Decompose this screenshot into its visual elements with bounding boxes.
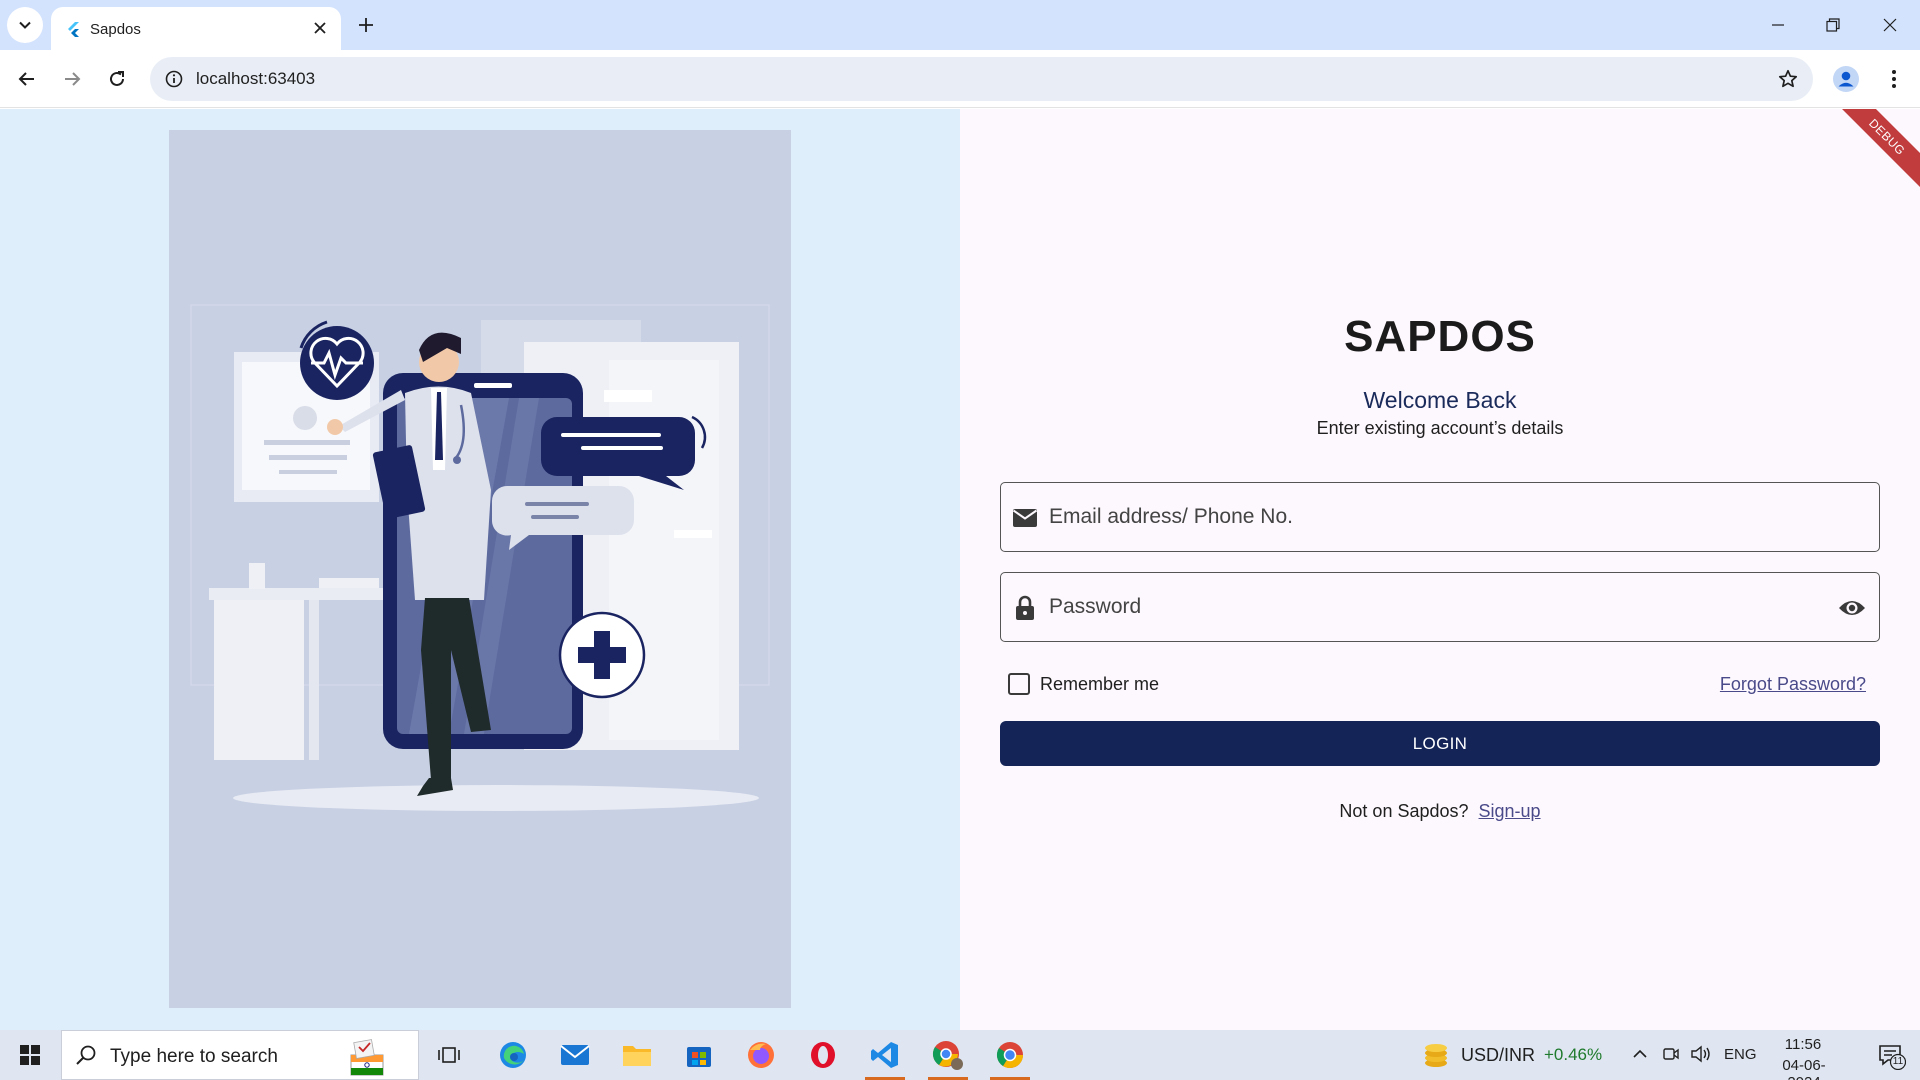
app-title: SAPDOS	[1344, 312, 1536, 361]
tab-title: Sapdos	[90, 21, 141, 38]
remember-row: Remember me Forgot Password?	[1008, 669, 1880, 699]
telemedicine-doctor-illustration	[190, 304, 770, 811]
address-bar[interactable]: localhost:63403	[150, 57, 1813, 101]
doctor-illustration	[169, 130, 791, 1008]
edge-icon	[500, 1042, 526, 1068]
avatar-icon	[1833, 66, 1859, 92]
remember-me-checkbox[interactable]	[1008, 673, 1030, 695]
profile-button[interactable]	[1830, 63, 1862, 95]
tab-search-button[interactable]	[7, 7, 43, 43]
browser-toolbar: localhost:63403	[0, 50, 1920, 108]
minimize-icon	[1772, 24, 1784, 26]
bookmark-button[interactable]	[1775, 66, 1801, 92]
clock-date[interactable]: 04-06-2024	[1766, 1057, 1842, 1080]
start-button[interactable]	[0, 1030, 60, 1080]
opera-button[interactable]	[795, 1030, 851, 1080]
welcome-subtitle: Enter existing account’s details	[1316, 418, 1564, 438]
volume-icon[interactable]	[1690, 1045, 1712, 1063]
close-icon	[1883, 18, 1897, 32]
lock-icon	[1011, 595, 1039, 621]
eye-icon	[1839, 601, 1865, 615]
ticker-symbol[interactable]: USD/INR	[1461, 1045, 1535, 1066]
file-explorer-button[interactable]	[609, 1030, 665, 1080]
restore-icon	[1826, 18, 1840, 32]
login-pane: DEBUG SAPDOS Welcome Back Enter existing…	[960, 109, 1920, 1030]
signup-link[interactable]: Sign-up	[1479, 801, 1541, 821]
mail-icon	[560, 1045, 590, 1065]
chrome-icon	[996, 1042, 1024, 1069]
tab-close-button[interactable]	[309, 17, 331, 39]
forgot-password-link[interactable]: Forgot Password?	[1720, 674, 1866, 695]
welcome-heading: Welcome Back	[1363, 387, 1517, 413]
illustration-pane	[0, 109, 960, 1030]
notification-count: 11	[1892, 1056, 1904, 1067]
edge-button[interactable]	[485, 1030, 541, 1080]
meet-now-icon[interactable]	[1662, 1045, 1680, 1063]
clock-time[interactable]: 11:56	[1773, 1036, 1833, 1053]
election-ballot-icon	[350, 1039, 384, 1076]
login-button[interactable]: LOGIN	[1000, 721, 1880, 766]
email-input[interactable]	[1049, 483, 1809, 551]
store-icon	[687, 1047, 711, 1067]
mail-icon	[1011, 505, 1039, 531]
close-window-button[interactable]	[1870, 10, 1910, 40]
vscode-icon	[871, 1042, 898, 1068]
restore-button[interactable]	[1813, 10, 1853, 40]
task-view-icon	[438, 1047, 460, 1063]
windows-logo-icon	[20, 1045, 40, 1065]
taskbar-search[interactable]: Type here to search	[61, 1030, 419, 1080]
file-explorer-icon	[623, 1046, 651, 1066]
browser-tab-active[interactable]: Sapdos	[51, 7, 341, 50]
search-placeholder: Type here to search	[110, 1046, 278, 1067]
signup-prompt: Not on Sapdos?	[1339, 801, 1469, 821]
info-icon	[165, 70, 183, 88]
plus-icon	[359, 18, 373, 32]
task-view-button[interactable]	[421, 1030, 477, 1080]
site-info-button[interactable]	[162, 67, 186, 91]
flutter-favicon-icon	[68, 22, 79, 37]
chevron-down-icon	[19, 21, 31, 29]
close-icon	[314, 22, 326, 34]
arrow-left-icon	[18, 72, 34, 86]
ticker-change[interactable]: +0.46%	[1544, 1045, 1602, 1065]
chrome-profile-icon	[932, 1041, 963, 1070]
forward-button[interactable]	[56, 63, 88, 95]
vscode-button[interactable]	[857, 1030, 913, 1080]
email-field[interactable]	[1000, 482, 1880, 552]
opera-icon	[811, 1042, 835, 1068]
search-icon	[76, 1045, 96, 1065]
mail-button[interactable]	[547, 1030, 603, 1080]
language-indicator[interactable]: ENG	[1724, 1046, 1757, 1063]
chevron-up-icon[interactable]	[1632, 1046, 1648, 1062]
browser-tabstrip: Sapdos	[0, 0, 1920, 50]
debug-banner: DEBUG	[1818, 109, 1920, 206]
store-button[interactable]	[671, 1030, 727, 1080]
firefox-button[interactable]	[733, 1030, 789, 1080]
password-field[interactable]	[1000, 572, 1880, 642]
windows-taskbar: Type here to search USD/INR +0.46% ENG 1…	[0, 1030, 1920, 1080]
reload-button[interactable]	[101, 63, 133, 95]
toggle-password-visibility[interactable]	[1837, 595, 1867, 621]
remember-me-label[interactable]: Remember me	[1040, 674, 1159, 695]
signup-row: Not on Sapdos? Sign-up	[960, 801, 1920, 822]
arrow-right-icon	[65, 72, 81, 86]
new-tab-button[interactable]	[352, 11, 380, 39]
firefox-icon	[748, 1042, 774, 1068]
chrome-button[interactable]	[982, 1030, 1038, 1080]
reload-icon	[110, 71, 124, 86]
more-vertical-icon	[1892, 70, 1896, 88]
web-page: DEBUG SAPDOS Welcome Back Enter existing…	[0, 109, 1920, 1030]
minimize-button[interactable]	[1758, 10, 1798, 40]
url-text[interactable]: localhost:63403	[196, 69, 315, 89]
password-input[interactable]	[1049, 573, 1809, 641]
coins-icon	[1425, 1044, 1447, 1067]
chrome-profile-button[interactable]	[920, 1030, 976, 1080]
back-button[interactable]	[11, 63, 43, 95]
notification-center-button[interactable]: 11	[1878, 1042, 1907, 1071]
browser-menu-button[interactable]	[1878, 63, 1910, 95]
star-icon	[1778, 69, 1798, 88]
